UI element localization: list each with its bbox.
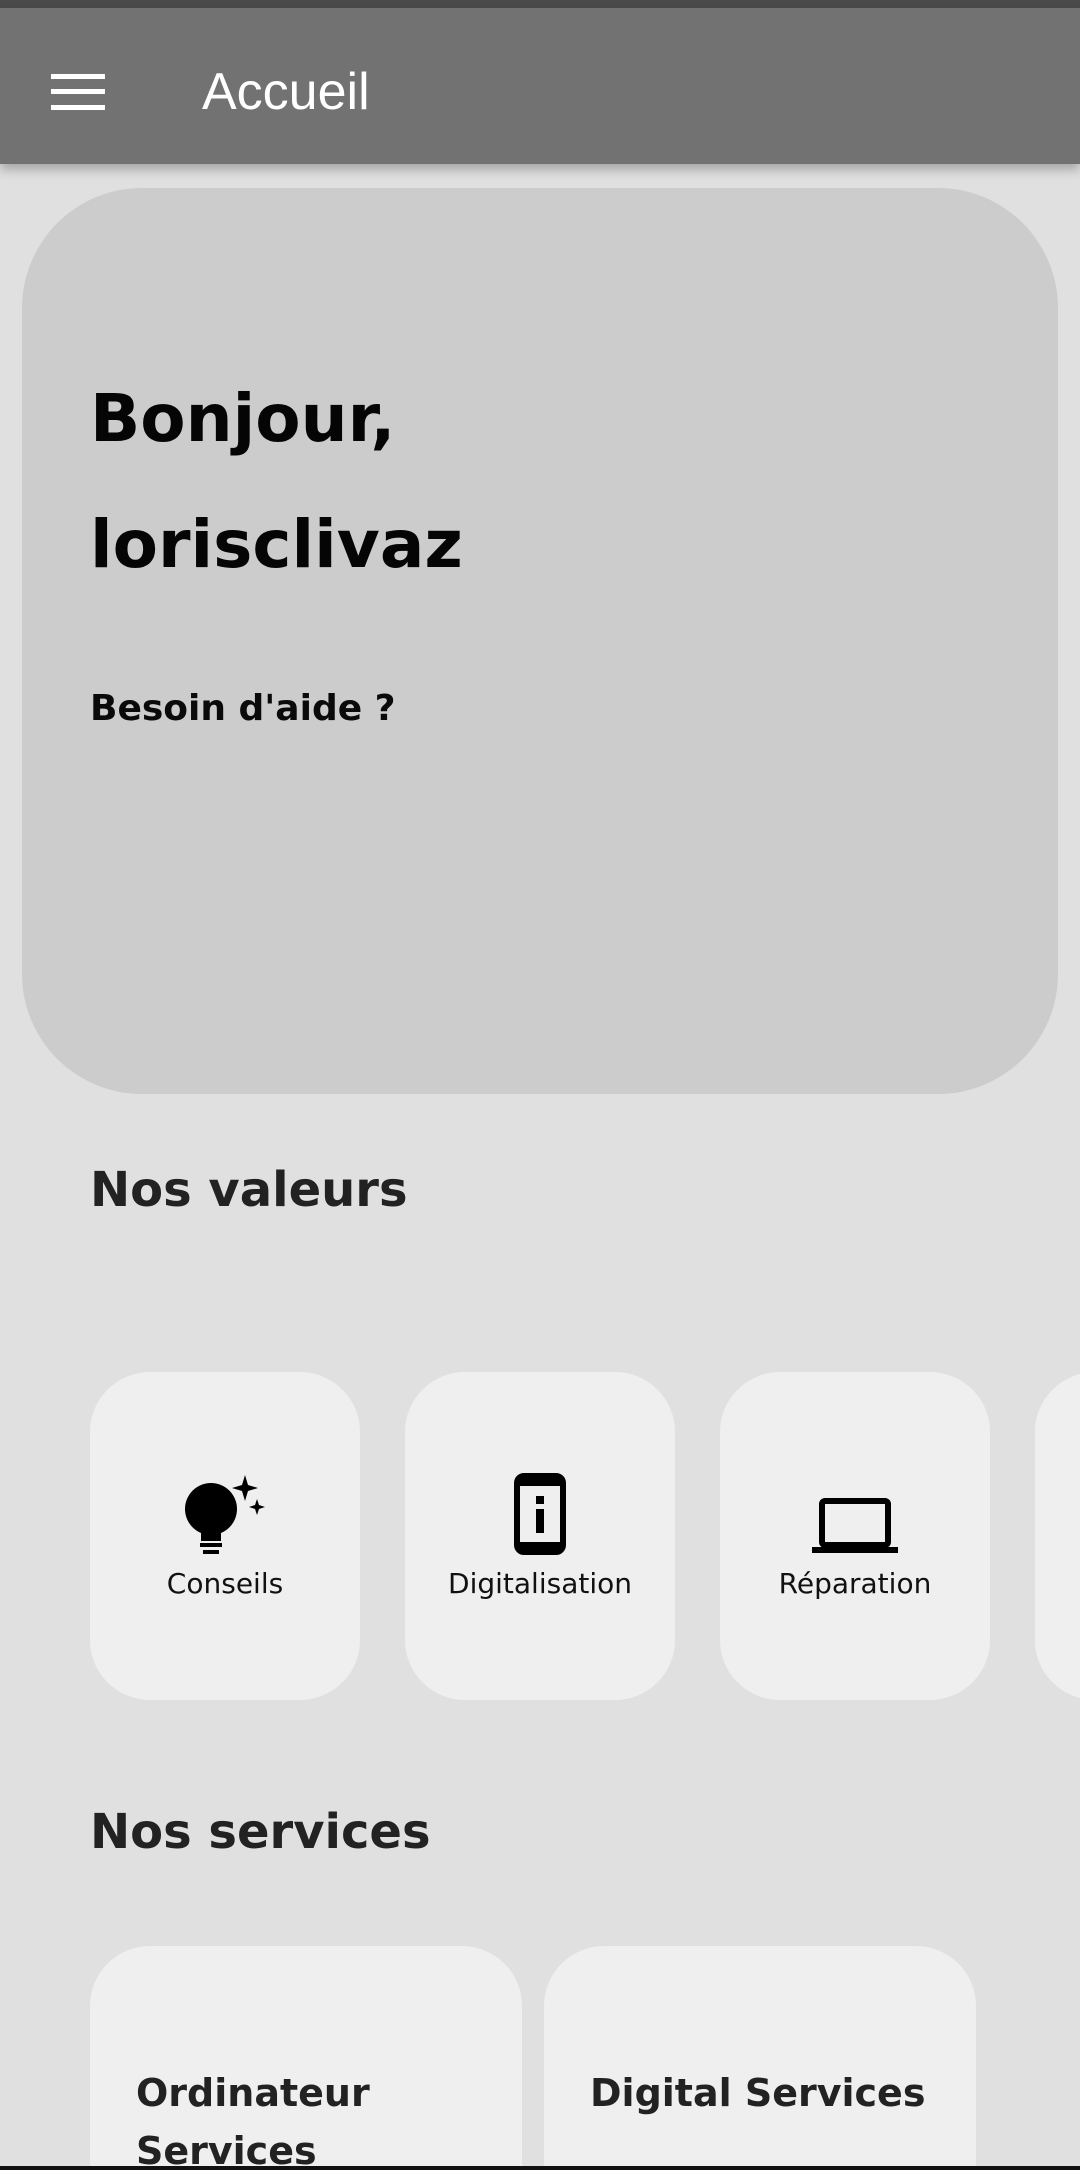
values-carousel[interactable]: Conseils Digitalisation Réparation: [90, 1372, 1080, 1702]
value-card-partial[interactable]: [1035, 1372, 1080, 1700]
service-title: Ordinateur Services: [136, 2071, 370, 2170]
laptop-icon: [812, 1473, 898, 1555]
status-strip: [0, 0, 1080, 8]
help-link[interactable]: Besoin d'aide ?: [90, 688, 396, 729]
lightbulb-sparkle-icon: [183, 1473, 267, 1555]
welcome-card: Bonjour, lorisclivaz Besoin d'aide ?: [22, 188, 1058, 1094]
values-section-title: Nos valeurs: [90, 1162, 408, 1218]
bottom-divider: [0, 2166, 1080, 2170]
greeting-line-1: Bonjour,: [90, 380, 396, 457]
services-carousel[interactable]: Ordinateur Services Digital Services: [90, 1946, 1080, 2170]
value-card-digitalisation[interactable]: Digitalisation: [405, 1372, 675, 1700]
greeting-username: lorisclivaz: [90, 506, 463, 583]
service-card-digital[interactable]: Digital Services: [544, 1946, 976, 2170]
smartphone-info-icon: [514, 1472, 566, 1555]
value-label: Réparation: [778, 1566, 932, 1600]
value-card-reparation[interactable]: Réparation: [720, 1372, 990, 1700]
app-bar: Accueil: [0, 8, 1080, 164]
value-label: Conseils: [166, 1566, 284, 1600]
value-card-conseils[interactable]: Conseils: [90, 1372, 360, 1700]
greeting: Bonjour, lorisclivaz: [90, 356, 970, 608]
page-title: Accueil: [202, 63, 370, 121]
service-card-ordinateur[interactable]: Ordinateur Services: [90, 1946, 522, 2170]
hamburger-menu-icon: [51, 74, 105, 110]
service-title: Digital Services: [590, 2071, 926, 2115]
menu-button[interactable]: [40, 54, 116, 130]
services-section-title: Nos services: [90, 1804, 431, 1860]
value-label: Digitalisation: [448, 1566, 632, 1600]
